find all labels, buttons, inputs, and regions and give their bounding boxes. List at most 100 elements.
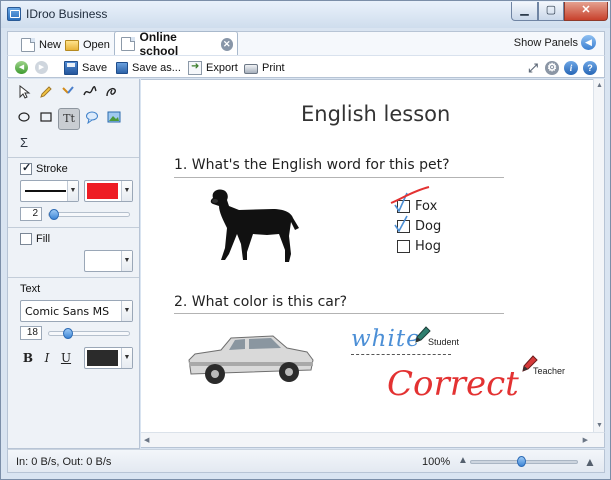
- transfer-status: In: 0 B/s, Out: 0 B/s: [16, 456, 112, 468]
- student-answer: white: [351, 326, 421, 352]
- floppy-icon: [64, 60, 78, 75]
- font-family-value: Comic Sans MS: [25, 305, 110, 318]
- status-bar: In: 0 B/s, Out: 0 B/s 100% ▲ ▲: [7, 449, 605, 473]
- vertical-scrollbar[interactable]: ▲ ▼: [593, 79, 605, 432]
- answer-dashed-line: [351, 354, 451, 355]
- scroll-right-icon[interactable]: ▶: [583, 436, 588, 444]
- fill-toggle[interactable]: Fill: [20, 233, 50, 245]
- print-button[interactable]: Print: [244, 59, 285, 76]
- slider-knob[interactable]: [63, 328, 73, 339]
- sigma-formula-icon[interactable]: Σ: [14, 133, 34, 153]
- fill-color-swatch: [87, 253, 118, 269]
- fill-checkbox[interactable]: [20, 233, 32, 245]
- question-1: 1. What's the English word for this pet?: [174, 157, 450, 173]
- font-family-select[interactable]: Comic Sans MS ▼: [20, 300, 133, 322]
- maximize-button[interactable]: ▢: [538, 2, 564, 21]
- zoom-slider[interactable]: [470, 456, 578, 467]
- close-tab-icon[interactable]: ✕: [220, 37, 233, 51]
- zoom-slider-knob[interactable]: [517, 456, 526, 467]
- fullscreen-icon[interactable]: ⤢: [526, 61, 540, 75]
- font-size-slider[interactable]: [48, 328, 130, 339]
- save-as-icon: [116, 61, 128, 74]
- open-button[interactable]: Open: [60, 34, 115, 55]
- line-style-select[interactable]: ▼: [20, 180, 79, 202]
- info-icon[interactable]: i: [564, 60, 578, 75]
- select-arrow-icon[interactable]: [14, 84, 34, 105]
- save-button[interactable]: Save: [64, 59, 107, 76]
- lesson-title: English lesson: [301, 102, 451, 126]
- student-pen-label: Student: [428, 337, 460, 347]
- panel-divider: [8, 227, 139, 228]
- stroke-toggle[interactable]: Stroke: [20, 161, 68, 175]
- tab-bar: New Open Online school ✕ Show Panels ◀: [7, 30, 605, 58]
- forward-button[interactable]: ▶: [35, 59, 48, 76]
- gear-icon[interactable]: ⚙: [545, 60, 559, 75]
- stroke-width-field[interactable]: 2: [20, 207, 42, 221]
- pencil-icon[interactable]: [36, 85, 56, 105]
- help-icon[interactable]: ?: [583, 60, 597, 75]
- tab-online-school[interactable]: Online school ✕: [114, 30, 238, 58]
- back-button[interactable]: ◀: [15, 59, 28, 76]
- tab-label: Online school: [139, 30, 179, 58]
- show-panels-button[interactable]: Show Panels ◀: [514, 35, 596, 50]
- whiteboard-canvas[interactable]: English lesson 1. What's the English wor…: [141, 79, 593, 432]
- question-2-underline: [174, 313, 504, 314]
- new-button[interactable]: New: [16, 34, 66, 55]
- close-window-button[interactable]: ✕: [564, 2, 608, 21]
- scroll-up-icon[interactable]: ▲: [596, 82, 603, 89]
- save-label: Save: [82, 61, 108, 74]
- fill-color-select[interactable]: ▼: [84, 250, 133, 272]
- pen-marks: [390, 186, 430, 233]
- zoom-out-icon[interactable]: ▲: [458, 455, 468, 466]
- chevron-down-icon: ▼: [121, 301, 132, 321]
- zoom-in-icon[interactable]: ▲: [584, 455, 596, 469]
- chevron-left-icon: ◀: [581, 35, 596, 50]
- stroke-checkbox[interactable]: [20, 161, 32, 175]
- app-window: IDroo Business ▁ ▢ ✕ New Open Online sch…: [0, 0, 611, 480]
- right-toolbar-group: ⤢ ⚙ i ?: [526, 59, 597, 76]
- rectangle-icon[interactable]: [36, 110, 56, 130]
- ellipse-icon[interactable]: [14, 110, 34, 130]
- folder-icon: [65, 40, 79, 51]
- text-color-select[interactable]: ▼: [84, 347, 133, 369]
- highlighter-icon[interactable]: [58, 85, 78, 105]
- bold-button[interactable]: B: [20, 349, 36, 367]
- dog-image: [210, 189, 299, 262]
- chevron-down-icon: ▼: [121, 348, 132, 368]
- minimize-button[interactable]: ▁: [511, 2, 538, 21]
- print-label: Print: [262, 61, 285, 74]
- tool-panel: Tt Σ Stroke ▼ ▼ 2: [7, 79, 140, 449]
- speech-bubble-icon[interactable]: [82, 110, 102, 130]
- font-size-field[interactable]: 18: [20, 326, 42, 340]
- curve-icon[interactable]: [102, 85, 122, 105]
- new-label: New: [39, 38, 62, 51]
- text-tool-icon[interactable]: Tt: [58, 108, 80, 130]
- back-arrow-icon: ◀: [15, 61, 28, 74]
- stroke-color-select[interactable]: ▼: [84, 180, 133, 202]
- text-format-row: B I U ▼: [20, 347, 136, 371]
- stroke-color-swatch: [87, 183, 118, 199]
- fill-label: Fill: [36, 233, 51, 245]
- underline-button[interactable]: U: [58, 349, 74, 367]
- freehand-line-icon[interactable]: [80, 85, 100, 105]
- question-1-underline: [174, 177, 504, 178]
- check-mark-dog: [394, 215, 408, 233]
- save-as-label: Save as...: [132, 61, 181, 74]
- scroll-down-icon[interactable]: ▼: [596, 422, 603, 429]
- window-title: IDroo Business: [26, 7, 108, 21]
- panel-divider: [8, 157, 139, 158]
- stroke-width-slider[interactable]: [48, 209, 130, 220]
- chevron-down-icon: ▼: [121, 181, 132, 201]
- forward-arrow-icon: ▶: [35, 61, 48, 74]
- slider-knob[interactable]: [49, 209, 59, 220]
- scroll-left-icon[interactable]: ◀: [144, 436, 149, 444]
- main-toolbar: ◀ ▶ Save Save as... Export Print ⤢ ⚙ i ?: [7, 55, 605, 78]
- horizontal-scrollbar[interactable]: ◀ ▶: [141, 432, 605, 448]
- image-icon[interactable]: [104, 110, 124, 130]
- chevron-down-icon: ▼: [121, 251, 132, 271]
- text-section-label: Text: [20, 283, 41, 295]
- italic-button[interactable]: I: [39, 349, 55, 367]
- question-2: 2. What color is this car?: [174, 294, 348, 310]
- export-button[interactable]: Export: [188, 59, 238, 76]
- save-as-button[interactable]: Save as...: [116, 59, 181, 76]
